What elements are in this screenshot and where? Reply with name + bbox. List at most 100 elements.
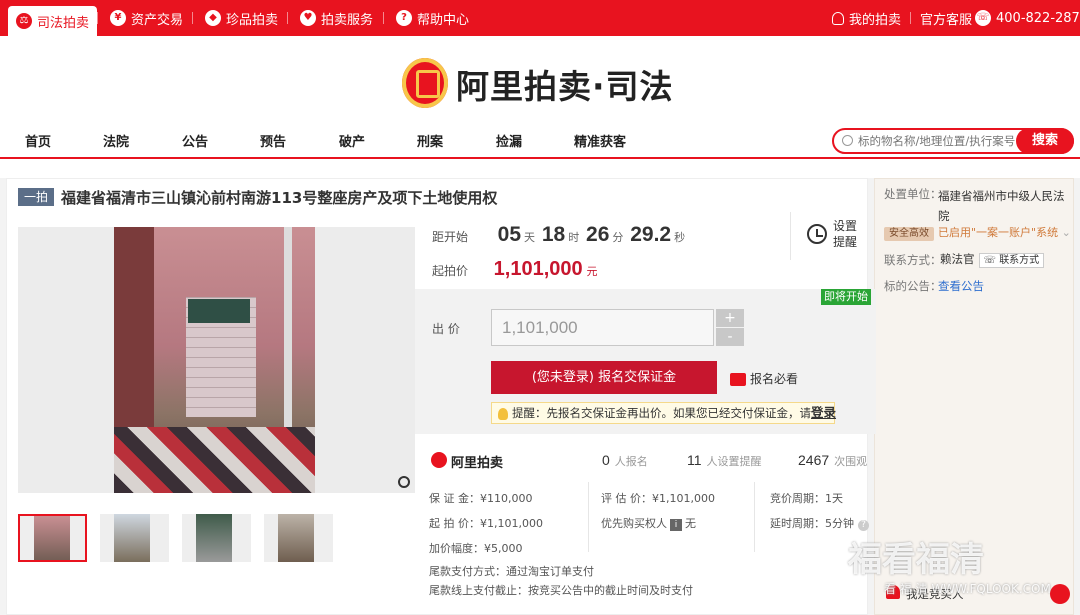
tab-label: 帮助中心 xyxy=(417,12,470,28)
secure-badge: 安全高效 xyxy=(884,227,934,241)
nav-precise-customers[interactable]: 精准获客 xyxy=(574,122,626,158)
divider xyxy=(754,482,755,552)
account-system-info: 安全高效 已启用"一案一账户"系统 ⌄ xyxy=(884,224,1071,241)
court-emblem-icon xyxy=(402,58,448,108)
tab-label: 司法拍卖 xyxy=(37,15,90,31)
pole-shape xyxy=(284,227,292,437)
nav-bankruptcy[interactable]: 破产 xyxy=(339,122,365,158)
watermark-url: 看 福 清 WWW.FQLOOK.COM xyxy=(884,582,1051,596)
status-badge: 即将开始 xyxy=(821,289,871,305)
unit: 分 xyxy=(612,231,624,244)
nav-preview[interactable]: 预告 xyxy=(260,122,286,158)
set-reminder-button[interactable]: 设置提醒 xyxy=(790,212,860,260)
thumb-image xyxy=(114,514,150,562)
bid-amount-input[interactable]: 1,101,000 xyxy=(491,309,714,346)
nav-divider xyxy=(0,157,1080,159)
coins-icon xyxy=(730,373,746,386)
period-info: 竞价周期：1天 xyxy=(770,492,843,505)
register-deposit-button[interactable]: (您未登录) 报名交保证金 xyxy=(491,361,717,394)
start-price: 起拍价 1,101,000 元 xyxy=(432,258,597,281)
nav-home[interactable]: 首页 xyxy=(25,122,51,158)
thumbnail-2[interactable] xyxy=(100,514,169,562)
main-image[interactable] xyxy=(18,227,415,493)
thumb-image xyxy=(34,516,70,560)
asset-icon: ¥ xyxy=(110,10,126,26)
org-value[interactable]: 福建省福州市中级人民法院 xyxy=(938,186,1066,226)
ali-auction-icon xyxy=(431,452,447,468)
start-price-info: 起 拍 价：¥1,101,000 xyxy=(429,517,543,530)
priority-value: 无 xyxy=(685,517,696,530)
countdown-days: 05 xyxy=(497,223,522,246)
heart-icon: ♥ xyxy=(300,10,316,26)
increase-button[interactable]: + xyxy=(716,309,744,327)
nav-bargain[interactable]: 捡漏 xyxy=(496,122,522,158)
tab-help-center[interactable]: ? 帮助中心 xyxy=(396,0,469,36)
treasure-icon: ◆ xyxy=(205,10,221,26)
search-input[interactable] xyxy=(858,132,1018,150)
countdown-minutes: 26 xyxy=(586,223,610,246)
help-icon: ? xyxy=(396,10,412,26)
my-auction-link[interactable]: 我的拍卖 xyxy=(832,0,901,36)
signed-up-stat: 0 人报名 xyxy=(602,452,648,469)
login-link[interactable]: 登录 xyxy=(811,405,836,420)
signed-label: 人报名 xyxy=(614,455,648,468)
view-notice-link[interactable]: 查看公告 xyxy=(938,278,984,294)
thumbnail-3[interactable] xyxy=(182,514,251,562)
payment-deadline-info: 尾款线上支付截止：按竞买公告中的截止时间及时支付 xyxy=(429,584,693,597)
secure-text[interactable]: 已启用"一案一账户"系统 xyxy=(938,226,1058,239)
decrease-button[interactable]: - xyxy=(716,328,744,346)
phone-label: 400-822-2870 xyxy=(996,10,1080,26)
start-price-unit: 元 xyxy=(586,265,598,278)
contact-label: 联系方式： xyxy=(884,253,942,267)
reminder-stat: 11 人设置提醒 xyxy=(687,452,762,469)
countdown: 距开始 05 天 18 时 26 分 29.2 秒 xyxy=(432,223,812,249)
back-to-top-button[interactable] xyxy=(1050,584,1070,604)
unit: 时 xyxy=(568,231,580,244)
remind-label: 人设置提醒 xyxy=(706,455,762,468)
phone-icon: ☏ xyxy=(983,255,1000,266)
notice-label: 标的公告： xyxy=(884,279,942,293)
priority-label: 优先购买权人 xyxy=(601,517,667,530)
tab-judicial-auction[interactable]: ⚖ 司法拍卖 xyxy=(8,6,98,36)
phone-icon: ☏ xyxy=(975,10,991,26)
tab-asset-trading[interactable]: ¥ 资产交易 xyxy=(110,0,183,36)
thumbnail-4[interactable] xyxy=(264,514,333,562)
contact-info: 赖法官 ☏ 联系方式 xyxy=(940,251,1045,268)
service-label: 官方客服 xyxy=(920,12,973,28)
auction-round-badge: 一拍 xyxy=(18,188,54,206)
nav-court[interactable]: 法院 xyxy=(103,122,129,158)
remind-count: 11 xyxy=(687,452,702,468)
deposit-info: 保 证 金：¥110,000 xyxy=(429,492,533,505)
contact-person: 赖法官 xyxy=(940,252,975,266)
search-bar: 搜索 xyxy=(832,128,1074,154)
item-title: 福建省福清市三山镇沁前村南游113号整座房产及项下土地使用权 xyxy=(61,189,498,207)
zoom-icon[interactable] xyxy=(398,476,410,488)
site-logo[interactable]: 阿里拍卖·司法 xyxy=(456,60,674,108)
judicial-icon: ⚖ xyxy=(16,13,32,29)
must-read-link[interactable]: 报名必看 xyxy=(730,370,798,387)
property-photo xyxy=(114,227,315,493)
info-icon[interactable]: i xyxy=(670,519,682,531)
separator xyxy=(287,12,288,24)
tab-auction-service[interactable]: ♥ 拍卖服务 xyxy=(300,0,373,36)
tab-label: 拍卖服务 xyxy=(321,12,374,28)
appraisal-info: 评 估 价：¥1,101,000 xyxy=(601,492,715,505)
watermark-logo: 福看福清 xyxy=(848,540,984,580)
views-stat: 2467 次围观 xyxy=(798,452,867,469)
separator xyxy=(383,12,384,24)
bid-label: 出 价 xyxy=(432,322,460,336)
nav-announcement[interactable]: 公告 xyxy=(182,122,208,158)
search-button[interactable]: 搜索 xyxy=(1016,128,1074,154)
start-price-label: 起拍价 xyxy=(432,264,469,278)
thumbnail-1[interactable] xyxy=(18,514,87,562)
tab-treasure-auction[interactable]: ◆ 珍品拍卖 xyxy=(205,0,278,36)
login-tip: 提醒：先报名交保证金再出价。如果您已经交付保证金，请登录 xyxy=(491,402,836,424)
contact-button[interactable]: ☏ 联系方式 xyxy=(978,253,1045,268)
customer-service-link[interactable]: 官方客服 xyxy=(920,0,972,36)
alarm-clock-icon xyxy=(807,224,827,244)
nav-criminal[interactable]: 刑案 xyxy=(417,122,443,158)
reminder-label: 设置提醒 xyxy=(833,219,858,249)
my-auction-label: 我的拍卖 xyxy=(849,12,902,28)
help-icon[interactable]: ? xyxy=(858,520,869,531)
tab-label: 珍品拍卖 xyxy=(226,12,279,28)
